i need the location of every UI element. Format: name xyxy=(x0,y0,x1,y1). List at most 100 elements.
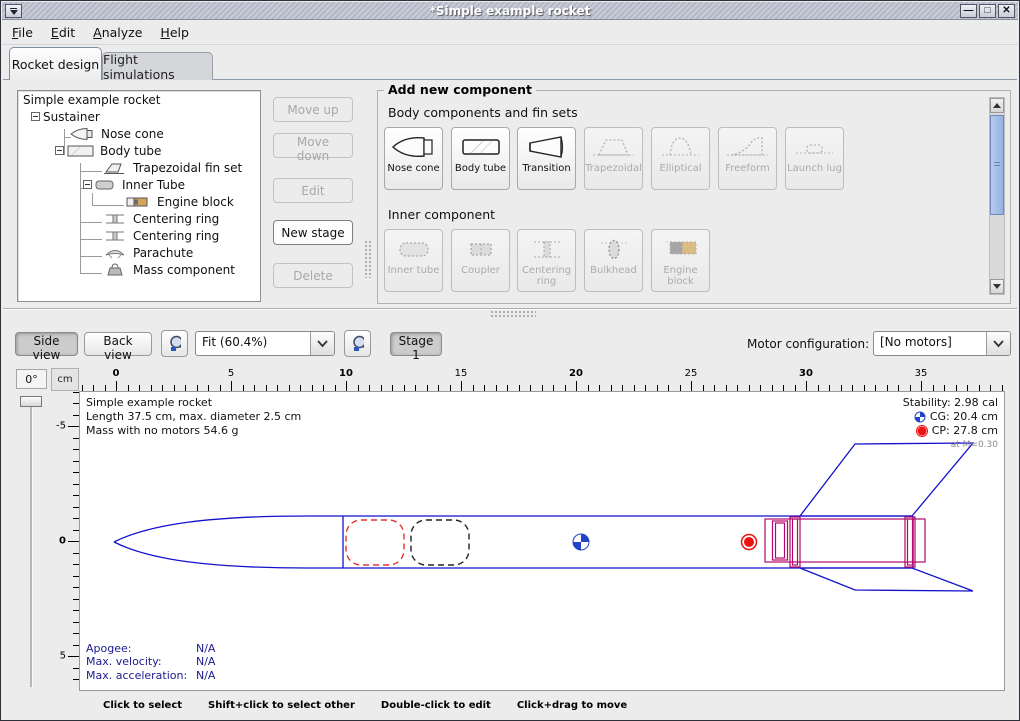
tree-item-rocket[interactable]: Simple example rocket xyxy=(18,91,260,108)
rotation-slider-thumb[interactable] xyxy=(20,396,42,407)
tree-item-parachute[interactable]: Parachute xyxy=(18,244,260,261)
hint: Click to select xyxy=(103,700,182,711)
vertical-splitter[interactable] xyxy=(364,240,373,278)
centering-ring-icon xyxy=(104,212,128,226)
body-tube-icon xyxy=(458,131,504,163)
group-title: Add new component xyxy=(384,82,536,97)
inner-component-label: Inner component xyxy=(388,207,495,222)
add-centering-ring-button[interactable]: Centering ring xyxy=(517,229,576,292)
coupler-icon xyxy=(458,233,504,265)
new-stage-button[interactable]: New stage xyxy=(273,220,353,245)
collapse-handle[interactable] xyxy=(83,180,92,189)
add-trapezoidal-fin-button[interactable]: Trapezoidal xyxy=(584,127,643,190)
tree-item-nose-cone[interactable]: Nose cone xyxy=(18,125,260,142)
rocket-view-canvas[interactable]: Simple example rocket Length 37.5 cm, ma… xyxy=(79,391,1005,691)
mass-component-icon xyxy=(104,263,128,277)
cp-icon xyxy=(916,425,928,437)
add-transition-button[interactable]: Transition xyxy=(517,127,576,190)
mach-value: at M=0.30 xyxy=(951,438,998,452)
rocket-info: Simple example rocket Length 37.5 cm, ma… xyxy=(86,396,301,438)
add-inner-tube-button[interactable]: Inner tube xyxy=(384,229,443,292)
add-component-group: Add new component Body components and fi… xyxy=(377,90,1011,304)
freeform-fin-icon xyxy=(725,131,771,163)
zoom-out-button[interactable] xyxy=(161,330,188,357)
inner-tube-icon xyxy=(391,233,437,265)
zoom-in-button[interactable] xyxy=(344,330,371,357)
collapse-handle[interactable] xyxy=(31,112,40,121)
add-nose-cone-button[interactable]: Nose cone xyxy=(384,127,443,190)
minimize-button[interactable]: — xyxy=(960,4,977,18)
close-button[interactable]: ✕ xyxy=(998,4,1015,18)
motor-configuration-select[interactable]: [No motors] xyxy=(873,331,1011,356)
chevron-down-icon[interactable] xyxy=(310,332,334,355)
rotation-slider[interactable] xyxy=(30,397,33,687)
add-freeform-fin-button[interactable]: Freeform xyxy=(718,127,777,190)
zoom-select[interactable]: Fit (60.4%) xyxy=(195,331,335,356)
centering-ring-icon xyxy=(524,233,570,265)
title-bar[interactable]: *Simple example rocket — □ ✕ xyxy=(2,2,1018,20)
body-tube-icon xyxy=(67,144,95,158)
tree-item-mass-component[interactable]: Mass component xyxy=(18,261,260,278)
delete-button[interactable]: Delete xyxy=(273,263,353,288)
rotation-value: 0° xyxy=(16,369,47,389)
tab-rocket-design[interactable]: Rocket design xyxy=(9,47,102,80)
collapse-handle[interactable] xyxy=(55,146,64,155)
tree-item-body-tube[interactable]: Body tube xyxy=(18,142,260,159)
tree-item-centering-ring-2[interactable]: Centering ring xyxy=(18,227,260,244)
magnifier-minus-icon xyxy=(168,334,181,354)
move-up-button[interactable]: Move up xyxy=(273,97,353,122)
add-bulkhead-button[interactable]: Bulkhead xyxy=(584,229,643,292)
menu-edit[interactable]: Edit xyxy=(51,25,75,40)
cp-value: CP: 27.8 cm xyxy=(932,424,998,438)
add-elliptical-fin-button[interactable]: Elliptical xyxy=(651,127,710,190)
edit-button[interactable]: Edit xyxy=(273,178,353,203)
trapezoidal-fin-icon xyxy=(591,131,637,163)
add-engine-block-button[interactable]: Engine block xyxy=(651,229,710,292)
back-view-button[interactable]: Back view xyxy=(84,332,152,356)
body-components-label: Body components and fin sets xyxy=(388,105,578,120)
tree-item-fin-set[interactable]: Trapezoidal fin set xyxy=(18,159,260,176)
rocket-outline xyxy=(114,443,973,591)
tree-item-centering-ring-1[interactable]: Centering ring xyxy=(18,210,260,227)
elliptical-fin-icon xyxy=(658,131,704,163)
add-launch-lug-button[interactable]: Launch lug xyxy=(785,127,844,190)
side-view-button[interactable]: Side view xyxy=(15,332,78,356)
menu-analyze[interactable]: Analyze xyxy=(93,25,142,40)
tree-item-sustainer[interactable]: Sustainer xyxy=(18,108,260,125)
openrocket-window: *Simple example rocket — □ ✕ File Edit A… xyxy=(0,0,1020,721)
add-body-tube-button[interactable]: Body tube xyxy=(451,127,510,190)
splitter-handle[interactable] xyxy=(490,310,536,318)
stage-1-toggle[interactable]: Stage 1 xyxy=(390,332,442,356)
engine-block-icon xyxy=(658,233,704,265)
scroll-down-arrow-icon[interactable] xyxy=(990,279,1004,294)
move-down-button[interactable]: Move down xyxy=(273,133,353,158)
cg-marker xyxy=(573,534,589,550)
flight-info: Apogee:N/A Max. velocity:N/A Max. accele… xyxy=(86,642,215,683)
transition-icon xyxy=(524,131,570,163)
trapezoidal-fin-icon xyxy=(104,161,128,175)
nose-cone-icon xyxy=(70,127,96,141)
motor-configuration-label: Motor configuration: xyxy=(747,337,869,351)
scroll-up-arrow-icon[interactable] xyxy=(990,98,1004,113)
tree-item-engine-block[interactable]: Engine block xyxy=(18,193,260,210)
chevron-down-icon[interactable] xyxy=(986,332,1010,355)
menu-help[interactable]: Help xyxy=(160,25,189,40)
centering-ring-icon xyxy=(104,229,128,243)
stability-info: Stability: 2.98 cal CG: 20.4 cm CP: 27.8… xyxy=(903,396,998,452)
ruler-vertical: -505 xyxy=(51,391,79,691)
component-tree[interactable]: Simple example rocket Sustainer Nose con… xyxy=(17,90,261,302)
maximize-button[interactable]: □ xyxy=(979,4,996,18)
inner-tube-icon xyxy=(95,178,117,192)
cg-icon xyxy=(914,411,926,423)
cp-marker xyxy=(742,535,757,550)
cg-value: CG: 20.4 cm xyxy=(930,410,998,424)
hint: Shift+click to select other xyxy=(208,700,355,711)
scrollbar-thumb[interactable] xyxy=(990,115,1004,215)
menu-file[interactable]: File xyxy=(12,25,33,40)
component-panel-scrollbar[interactable] xyxy=(989,97,1005,295)
add-coupler-button[interactable]: Coupler xyxy=(451,229,510,292)
tab-flight-simulations[interactable]: Flight simulations xyxy=(102,52,213,80)
zoom-value: Fit (60.4%) xyxy=(196,332,310,355)
engine-block-icon xyxy=(126,195,152,209)
tree-item-inner-tube[interactable]: Inner Tube xyxy=(18,176,260,193)
